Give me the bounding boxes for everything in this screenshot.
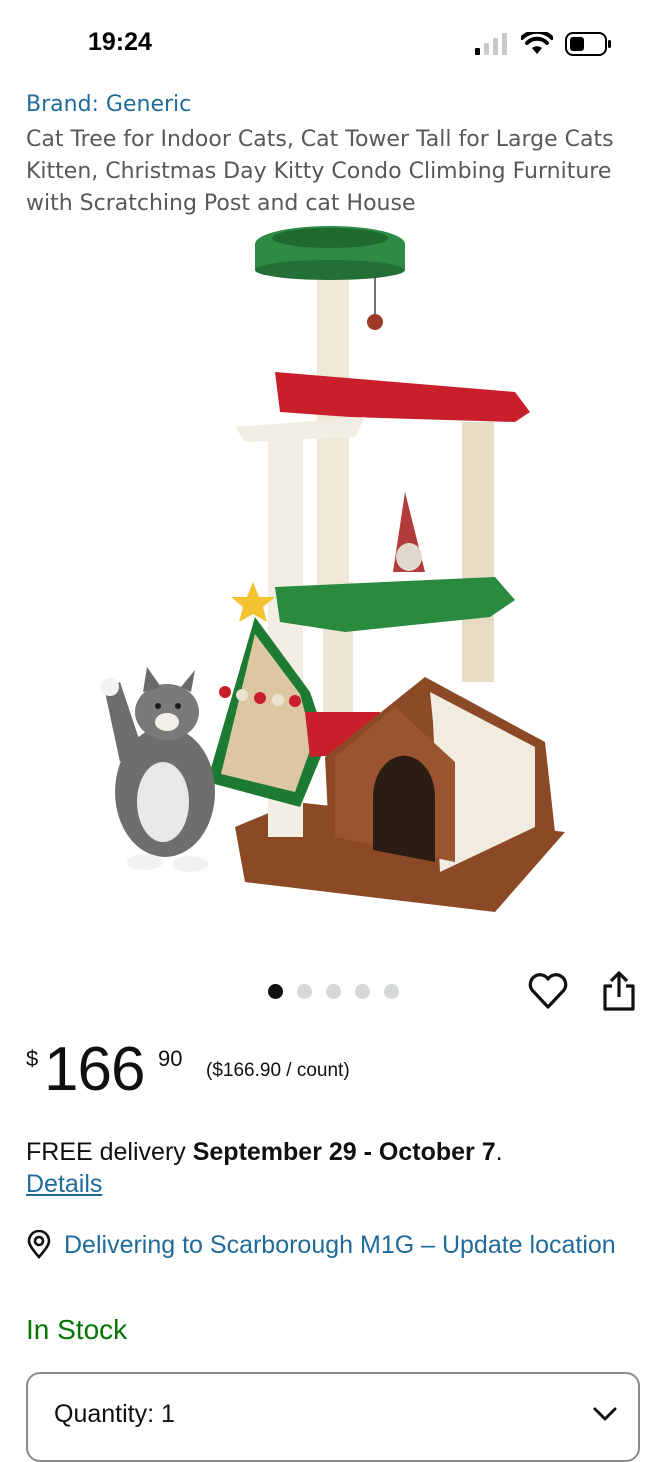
- delivery-prefix: FREE delivery: [26, 1138, 193, 1166]
- location-pin-icon: [27, 1230, 51, 1259]
- signal-icon: [475, 33, 507, 55]
- image-pager[interactable]: [268, 984, 399, 999]
- price-whole: 166: [44, 1035, 145, 1104]
- delivery-suffix: .: [495, 1138, 503, 1166]
- pager-dot-active[interactable]: [268, 984, 283, 999]
- unit-price: ($166.90 / count): [206, 1060, 350, 1081]
- pager-dot[interactable]: [297, 984, 312, 999]
- status-bar: 19:24: [0, 0, 665, 90]
- price-fraction: 90: [158, 1046, 183, 1071]
- share-button[interactable]: [600, 970, 638, 1012]
- pager-dot[interactable]: [355, 984, 370, 999]
- quantity-label: Quantity: 1: [54, 1400, 175, 1428]
- brand-link[interactable]: Brand: Generic: [26, 92, 191, 117]
- pager-dot[interactable]: [384, 984, 399, 999]
- price-currency: $: [26, 1046, 39, 1071]
- details-link[interactable]: Details: [26, 1170, 102, 1199]
- share-icon: [603, 971, 635, 1011]
- delivery-info: FREE delivery September 29 - October 7.: [26, 1134, 646, 1170]
- pager-dot[interactable]: [326, 984, 341, 999]
- quantity-selector[interactable]: Quantity: 1: [26, 1372, 640, 1462]
- chevron-down-icon: [593, 1407, 617, 1421]
- wifi-icon: [521, 32, 553, 54]
- product-image[interactable]: [95, 222, 575, 922]
- favorite-button[interactable]: [527, 970, 569, 1012]
- status-icons: [475, 32, 613, 56]
- product-title: Cat Tree for Indoor Cats, Cat Tower Tall…: [26, 127, 614, 216]
- status-time: 19:24: [88, 28, 152, 56]
- stock-status: In Stock: [26, 1314, 128, 1345]
- heart-icon: [528, 973, 568, 1009]
- quantity-value: 1: [161, 1400, 175, 1428]
- battery-icon: [565, 32, 611, 56]
- delivery-dates: September 29 - October 7: [192, 1138, 496, 1166]
- location-text[interactable]: Delivering to Scarborough M1G – Update l…: [64, 1228, 644, 1263]
